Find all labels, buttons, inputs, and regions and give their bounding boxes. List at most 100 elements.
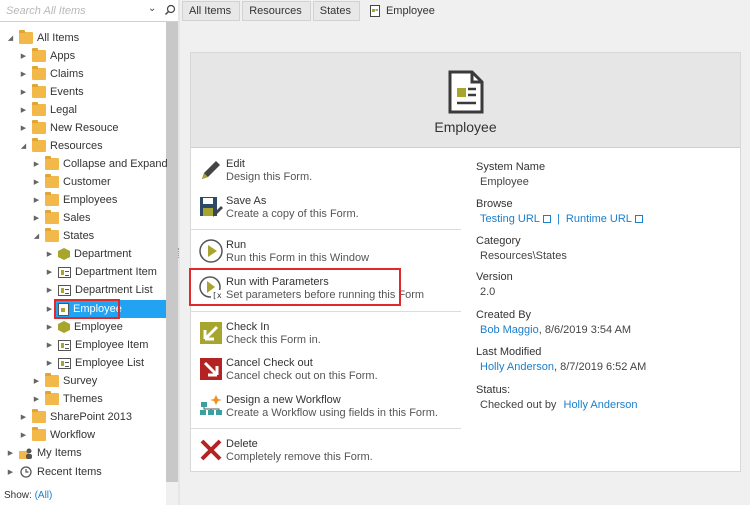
tree-item-new-resouce[interactable]: ▶ New Resouce xyxy=(19,119,118,137)
folder-icon xyxy=(45,391,59,405)
workflow-icon xyxy=(200,395,222,415)
expand-icon[interactable]: ▶ xyxy=(19,70,28,79)
tree-item-events[interactable]: ▶ Events xyxy=(19,83,84,101)
expand-icon[interactable]: ▶ xyxy=(32,178,41,187)
run-action[interactable]: Run Run this Form in this Window xyxy=(199,237,459,267)
save-as-action[interactable]: Save As Create a copy of this Form. xyxy=(199,193,459,223)
expand-icon[interactable]: ▶ xyxy=(19,413,28,422)
tree-item-apps[interactable]: ▶ Apps xyxy=(19,47,75,65)
expand-icon[interactable]: ▶ xyxy=(45,341,54,350)
tree-item-employees[interactable]: ▶ Employees xyxy=(32,191,117,209)
smartobject-icon xyxy=(58,321,70,333)
testing-url-link[interactable]: Testing URL xyxy=(480,213,551,225)
tree-item-employee-list[interactable]: ▶ Employee List xyxy=(45,354,144,372)
expand-icon[interactable]: ▶ xyxy=(45,323,54,332)
delete-action[interactable]: Delete Completely remove this Form. xyxy=(199,436,459,466)
tree-item-claims[interactable]: ▶ Claims xyxy=(19,65,84,83)
expand-icon[interactable]: ▶ xyxy=(19,124,28,133)
delete-icon xyxy=(200,439,222,461)
tree-item-resources[interactable]: ◢ Resources xyxy=(19,137,103,155)
divider xyxy=(191,311,461,312)
folder-icon xyxy=(19,30,33,44)
form-icon xyxy=(369,5,380,17)
prop-version: Version 2.0 xyxy=(476,271,513,298)
expand-icon[interactable]: ▶ xyxy=(45,286,54,295)
folder-icon xyxy=(32,138,46,152)
expand-icon[interactable]: ▶ xyxy=(32,160,41,169)
expand-icon[interactable]: ▶ xyxy=(19,52,28,61)
search-icon[interactable] xyxy=(164,4,176,16)
chevron-down-icon[interactable]: ⌄ xyxy=(148,3,156,14)
breadcrumb: All Items Resources States Employee xyxy=(182,0,435,22)
tree-item-department-item[interactable]: ▶ Department Item xyxy=(45,263,157,281)
tree-item-legal[interactable]: ▶ Legal xyxy=(19,101,77,119)
tree-item-recent-items[interactable]: ▶ Recent Items xyxy=(6,463,102,481)
folder-icon xyxy=(45,174,59,188)
tree-item-states[interactable]: ◢ States xyxy=(32,227,94,245)
view-icon xyxy=(58,339,71,351)
cancel-check-out-action[interactable]: Cancel Check out Cancel check out on thi… xyxy=(199,355,459,385)
folder-icon xyxy=(45,156,59,170)
tree-item-all-items[interactable]: ◢ All Items xyxy=(6,29,79,47)
tree-item-survey[interactable]: ▶ Survey xyxy=(32,372,97,390)
tree-item-themes[interactable]: ▶ Themes xyxy=(32,390,103,408)
expand-icon[interactable]: ▶ xyxy=(32,395,41,404)
tree-item-sales[interactable]: ▶ Sales xyxy=(32,209,91,227)
tree-item-my-items[interactable]: ▶ My Items xyxy=(6,444,82,462)
breadcrumb-current: Employee xyxy=(369,5,435,17)
expand-icon[interactable]: ▶ xyxy=(6,449,15,458)
form-document-icon xyxy=(448,70,484,114)
tree-item-workflow[interactable]: ▶ Workflow xyxy=(19,426,95,444)
selection-highlight-box xyxy=(54,299,120,319)
external-link-icon xyxy=(542,215,551,223)
breadcrumb-all-items[interactable]: All Items xyxy=(182,1,241,21)
tree-item-collapse-and-expand[interactable]: ▶ Collapse and Expand xyxy=(32,155,168,173)
checked-out-user-link[interactable]: Holly Anderson xyxy=(564,399,638,411)
play-icon xyxy=(199,239,223,263)
view-icon xyxy=(58,284,71,296)
clock-icon xyxy=(20,466,32,478)
folder-icon xyxy=(45,373,59,387)
edit-action[interactable]: Edit Design this Form. xyxy=(199,156,459,186)
expand-icon[interactable]: ▶ xyxy=(45,268,54,277)
prop-last-modified: Last Modified Holly Anderson, 8/7/2019 6… xyxy=(476,346,647,373)
expand-icon[interactable]: ▶ xyxy=(45,305,54,314)
tree-item-sharepoint-2013[interactable]: ▶ SharePoint 2013 xyxy=(19,408,132,426)
folder-icon xyxy=(45,192,59,206)
expand-icon[interactable]: ▶ xyxy=(32,377,41,386)
run-with-parameters-highlight xyxy=(189,268,401,306)
expand-icon[interactable]: ▶ xyxy=(32,196,41,205)
tree-item-employee-item[interactable]: ▶ Employee Item xyxy=(45,336,149,354)
form-header: Employee xyxy=(191,53,740,148)
expand-icon[interactable]: ▶ xyxy=(19,106,28,115)
expand-icon[interactable]: ▶ xyxy=(45,250,54,259)
user-icon xyxy=(19,448,32,459)
panel-resize-grip[interactable] xyxy=(178,248,180,258)
tree-item-department-list[interactable]: ▶ Department List xyxy=(45,281,153,299)
design-workflow-action[interactable]: Design a new Workflow Create a Workflow … xyxy=(199,392,459,422)
tree-item-department[interactable]: ▶ Department xyxy=(45,245,131,263)
search-input[interactable]: Search All Items xyxy=(6,5,86,17)
expand-icon[interactable]: ▶ xyxy=(19,431,28,440)
expand-icon[interactable]: ▶ xyxy=(6,468,15,477)
expand-icon[interactable]: ▶ xyxy=(19,88,28,97)
modified-by-user-link[interactable]: Holly Anderson xyxy=(480,361,554,373)
breadcrumb-resources[interactable]: Resources xyxy=(242,1,311,21)
search-bar[interactable]: Search All Items ⌄ xyxy=(0,0,178,22)
folder-icon xyxy=(32,48,46,62)
expand-icon[interactable]: ▶ xyxy=(45,359,54,368)
check-in-action[interactable]: Check In Check this Form in. xyxy=(199,319,459,349)
created-by-user-link[interactable]: Bob Maggio xyxy=(480,324,539,336)
expand-icon[interactable]: ▶ xyxy=(32,214,41,223)
tree-item-customer[interactable]: ▶ Customer xyxy=(32,173,111,191)
tree-item-employee-smartobject[interactable]: ▶ Employee xyxy=(45,318,123,336)
show-filter-link[interactable]: (All) xyxy=(35,490,53,501)
tree-scrollbar[interactable] xyxy=(166,22,178,482)
runtime-url-link[interactable]: Runtime URL xyxy=(566,213,643,225)
collapse-icon[interactable]: ◢ xyxy=(19,142,28,151)
collapse-icon[interactable]: ◢ xyxy=(6,34,15,43)
folder-icon xyxy=(45,210,59,224)
prop-system-name: System Name Employee xyxy=(476,161,546,188)
collapse-icon[interactable]: ◢ xyxy=(32,232,41,241)
breadcrumb-states[interactable]: States xyxy=(312,1,360,21)
